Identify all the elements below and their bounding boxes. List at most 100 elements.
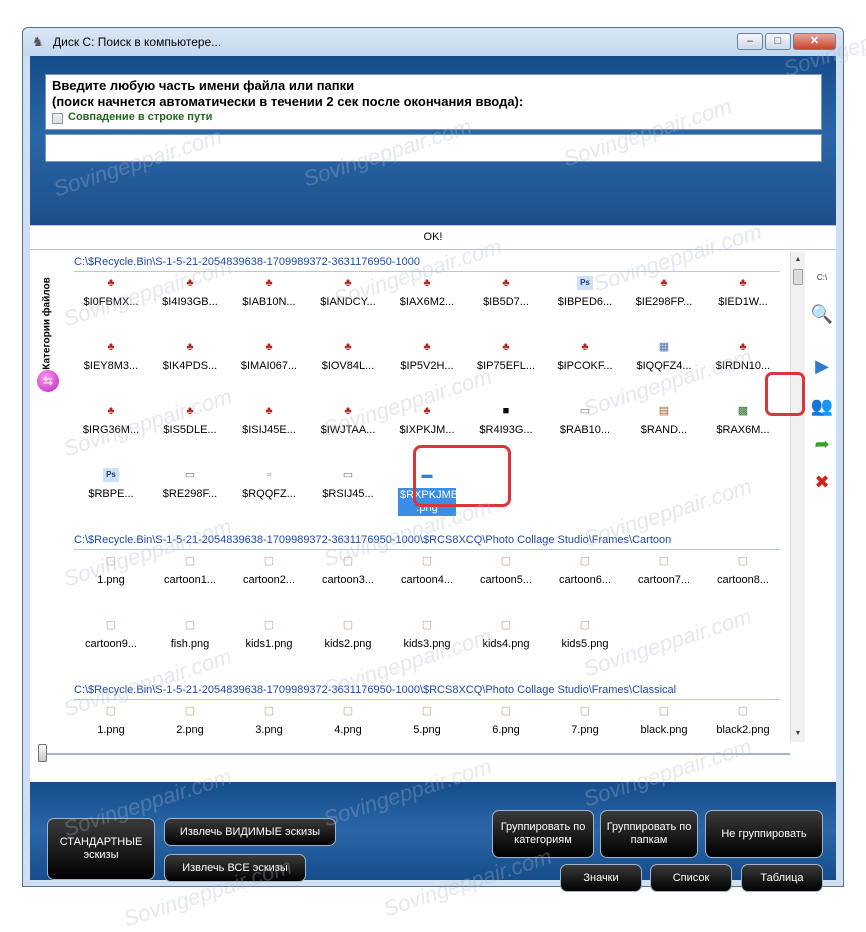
file-item[interactable]: ▢ cartoon8...	[704, 546, 782, 606]
file-name: $RQQFZ...	[242, 488, 296, 500]
file-item[interactable]: ▢ kids4.png	[467, 610, 545, 670]
categories-toggle-icon[interactable]: ⇆	[37, 370, 59, 392]
file-item[interactable]: ♣ $I0FBMX...	[72, 268, 150, 328]
file-item[interactable]: ♣ $I4I93GB...	[151, 268, 229, 328]
file-item[interactable]: ♣ $ISIJ45E...	[230, 396, 308, 456]
file-item[interactable]: ♣ $IEY8M3...	[72, 332, 150, 392]
file-name: 5.png	[413, 724, 441, 736]
file-item[interactable]: ♣ $IAX6M2...	[388, 268, 466, 328]
file-item[interactable]: ▤ $RAND...	[625, 396, 703, 456]
file-item[interactable]: Ps $RBPE...	[72, 460, 150, 520]
file-item[interactable]: ▢ fish.png	[151, 610, 229, 670]
prompt-line-1: Введите любую часть имени файла или папк…	[52, 78, 355, 93]
file-name: $IBPED6...	[557, 296, 613, 308]
search-input[interactable]	[45, 134, 822, 162]
file-item[interactable]: ▢ 4.png	[309, 696, 387, 742]
file-item[interactable]: ▢ 2.png	[151, 696, 229, 742]
file-item[interactable]: ▢ kids1.png	[230, 610, 308, 670]
standard-thumbs-button[interactable]: СТАНДАРТНЫЕ эскизы	[47, 818, 155, 880]
maximize-button[interactable]: □	[765, 33, 791, 50]
file-item[interactable]: ♣ $IAB10N...	[230, 268, 308, 328]
file-item[interactable]: ▢ 1.png	[72, 546, 150, 606]
frame-icon: ▢	[184, 705, 196, 717]
cards-icon: ♣	[107, 277, 115, 289]
extract-visible-button[interactable]: Извлечь ВИДИМЫЕ эскизы	[164, 818, 336, 846]
file-item[interactable]: ▫ $RQQFZ...	[230, 460, 308, 520]
search-zoom-icon[interactable]: 🔍	[810, 302, 834, 326]
file-item[interactable]: ▢ kids5.png	[546, 610, 624, 670]
file-item[interactable]: ▢ cartoon7...	[625, 546, 703, 606]
file-item[interactable]: ▢ 7.png	[546, 696, 624, 742]
file-item[interactable]: ▢ cartoon5...	[467, 546, 545, 606]
no-group-button[interactable]: Не группировать	[705, 810, 823, 858]
file-item[interactable]: ♣ $IOV84L...	[309, 332, 387, 392]
file-item[interactable]: ▢ 1.png	[72, 696, 150, 742]
file-item[interactable]: ▢ kids3.png	[388, 610, 466, 670]
group-by-category-button[interactable]: Группировать по категориям	[492, 810, 594, 858]
file-item[interactable]: ♣ $IWJTAA...	[309, 396, 387, 456]
search-prompt: Введите любую часть имени файла или папк…	[45, 74, 822, 130]
file-item[interactable]: ♣ $IK4PDS...	[151, 332, 229, 392]
thumbnail-size-slider[interactable]	[30, 742, 836, 766]
scroll-up-icon[interactable]: ▲	[791, 253, 805, 267]
ok-button[interactable]: OK!	[30, 225, 836, 250]
file-name: $IANDCY...	[320, 296, 376, 308]
file-name: 1.png	[97, 724, 125, 736]
file-item[interactable]: ▢ 6.png	[467, 696, 545, 742]
file-item[interactable]: ♣ $IED1W...	[704, 268, 782, 328]
file-item[interactable]: ▢ 3.png	[230, 696, 308, 742]
file-item[interactable]: ♣ $IANDCY...	[309, 268, 387, 328]
file-item[interactable]: ▭ $RSIJ45...	[309, 460, 387, 520]
path-match-checkbox[interactable]	[52, 113, 63, 124]
group-by-folder-button[interactable]: Группировать по папкам	[600, 810, 698, 858]
file-item[interactable]: ▦ $IQQFZ4...	[625, 332, 703, 392]
cards-icon: ♣	[265, 277, 273, 289]
delete-icon[interactable]: ✖	[810, 470, 834, 494]
icons-view-button[interactable]: Значки	[560, 864, 642, 892]
file-item[interactable]: ♣ $IMAI067...	[230, 332, 308, 392]
table-view-button[interactable]: Таблица	[741, 864, 823, 892]
play-icon[interactable]: ▶	[810, 354, 834, 378]
file-item[interactable]: ▢ cartoon6...	[546, 546, 624, 606]
scroll-down-icon[interactable]: ▼	[791, 727, 805, 741]
file-item[interactable]: ♣ $IB5D7...	[467, 268, 545, 328]
file-item[interactable]: ♣ $IPCOKF...	[546, 332, 624, 392]
file-name: cartoon6...	[559, 574, 611, 586]
minimize-button[interactable]: –	[737, 33, 763, 50]
file-name: $RSIJ45...	[322, 488, 374, 500]
users-icon[interactable]: 👥	[810, 394, 834, 418]
file-item[interactable]: ▢ cartoon1...	[151, 546, 229, 606]
file-item[interactable]: ▢ 5.png	[388, 696, 466, 742]
categories-label[interactable]: Категории файлов	[42, 269, 53, 379]
photoshop-icon: Ps	[103, 468, 119, 482]
file-item[interactable]: ♣ $IRG36M...	[72, 396, 150, 456]
file-name: 4.png	[334, 724, 362, 736]
forward-arrow-icon[interactable]: ➦	[810, 432, 834, 456]
file-item[interactable]: ▢ cartoon4...	[388, 546, 466, 606]
frame-icon: ▢	[579, 619, 591, 631]
black-image-icon: ■	[502, 405, 510, 417]
file-item[interactable]: ▭ $RE298F...	[151, 460, 229, 520]
file-item[interactable]: ▢ black2.png	[704, 696, 782, 742]
close-button[interactable]: ✕	[793, 33, 836, 50]
file-item[interactable]: ♣ $IS5DLE...	[151, 396, 229, 456]
file-item[interactable]: ♣ $IE298FP...	[625, 268, 703, 328]
title-bar[interactable]: ♞ Диск C: Поиск в компьютере... – □ ✕	[23, 28, 843, 56]
scroll-thumb[interactable]	[793, 269, 803, 285]
extract-all-button[interactable]: Извлечь ВСЕ эскизы	[164, 854, 306, 882]
list-view-button[interactable]: Список	[650, 864, 732, 892]
file-item[interactable]: ▢ cartoon9...	[72, 610, 150, 670]
window-image-icon: ▭	[579, 405, 591, 417]
file-item[interactable]: ▢ black.png	[625, 696, 703, 742]
file-item[interactable]: ▢ cartoon2...	[230, 546, 308, 606]
slider-thumb[interactable]	[38, 744, 47, 762]
file-item[interactable]: ▢ kids2.png	[309, 610, 387, 670]
console-icon[interactable]: C:\	[810, 266, 834, 290]
file-item[interactable]: ▭ $RAB10...	[546, 396, 624, 456]
file-item[interactable]: ♣ $IP75EFL...	[467, 332, 545, 392]
vertical-scrollbar[interactable]: ▲ ▼	[790, 252, 805, 742]
file-item[interactable]: ♣ $IP5V2H...	[388, 332, 466, 392]
file-item[interactable]: ▢ cartoon3...	[309, 546, 387, 606]
file-item[interactable]: Ps $IBPED6...	[546, 268, 624, 328]
path-match-label[interactable]: Совпадение в строке пути	[68, 111, 212, 123]
